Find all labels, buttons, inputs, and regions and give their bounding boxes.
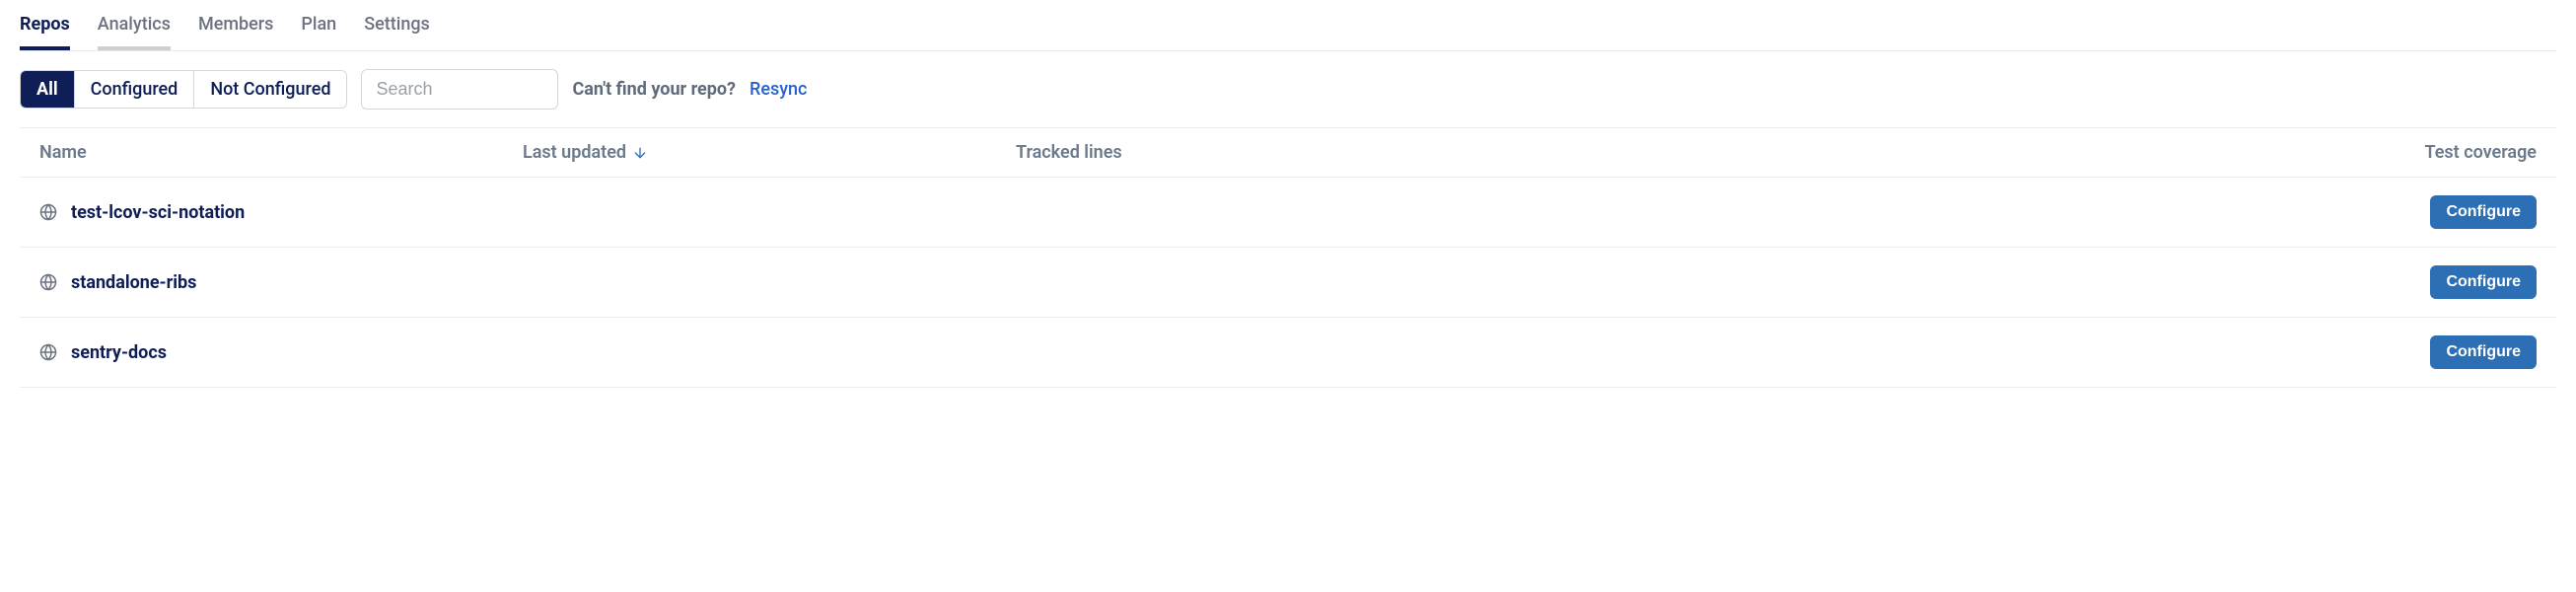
column-header-tracked-lines[interactable]: Tracked lines (1016, 142, 2398, 163)
globe-icon (39, 203, 57, 221)
table-row: standalone-ribs Configure (20, 248, 2556, 318)
filter-segment-group: All Configured Not Configured (20, 70, 347, 109)
filter-configured[interactable]: Configured (75, 71, 195, 108)
column-header-last-updated-label: Last updated (523, 142, 626, 163)
table-header: Name Last updated Tracked lines Test cov… (20, 127, 2556, 178)
column-header-test-coverage[interactable]: Test coverage (2398, 142, 2537, 163)
configure-button[interactable]: Configure (2430, 195, 2537, 229)
filter-bar: All Configured Not Configured Can't find… (20, 51, 2556, 127)
filter-all[interactable]: All (21, 71, 75, 108)
column-header-last-updated[interactable]: Last updated (523, 142, 1016, 163)
tab-settings[interactable]: Settings (364, 0, 430, 50)
globe-icon (39, 273, 57, 291)
repos-table: Name Last updated Tracked lines Test cov… (20, 127, 2556, 388)
column-header-name[interactable]: Name (39, 142, 523, 163)
configure-button[interactable]: Configure (2430, 265, 2537, 299)
table-row: sentry-docs Configure (20, 318, 2556, 388)
sort-descending-icon (632, 145, 648, 161)
tab-analytics[interactable]: Analytics (98, 0, 171, 50)
tab-members[interactable]: Members (198, 0, 273, 50)
repo-name[interactable]: test-lcov-sci-notation (71, 202, 245, 223)
repo-name[interactable]: standalone-ribs (71, 272, 196, 293)
search-input[interactable] (361, 69, 558, 110)
resync-hint: Can't find your repo? (572, 79, 736, 100)
tab-repos[interactable]: Repos (20, 0, 70, 50)
filter-not-configured[interactable]: Not Configured (194, 71, 346, 108)
tab-plan[interactable]: Plan (301, 0, 336, 50)
table-row: test-lcov-sci-notation Configure (20, 178, 2556, 248)
configure-button[interactable]: Configure (2430, 335, 2537, 369)
repo-name[interactable]: sentry-docs (71, 342, 167, 363)
main-tabs: Repos Analytics Members Plan Settings (20, 0, 2556, 51)
resync-link[interactable]: Resync (750, 79, 807, 100)
globe-icon (39, 343, 57, 361)
